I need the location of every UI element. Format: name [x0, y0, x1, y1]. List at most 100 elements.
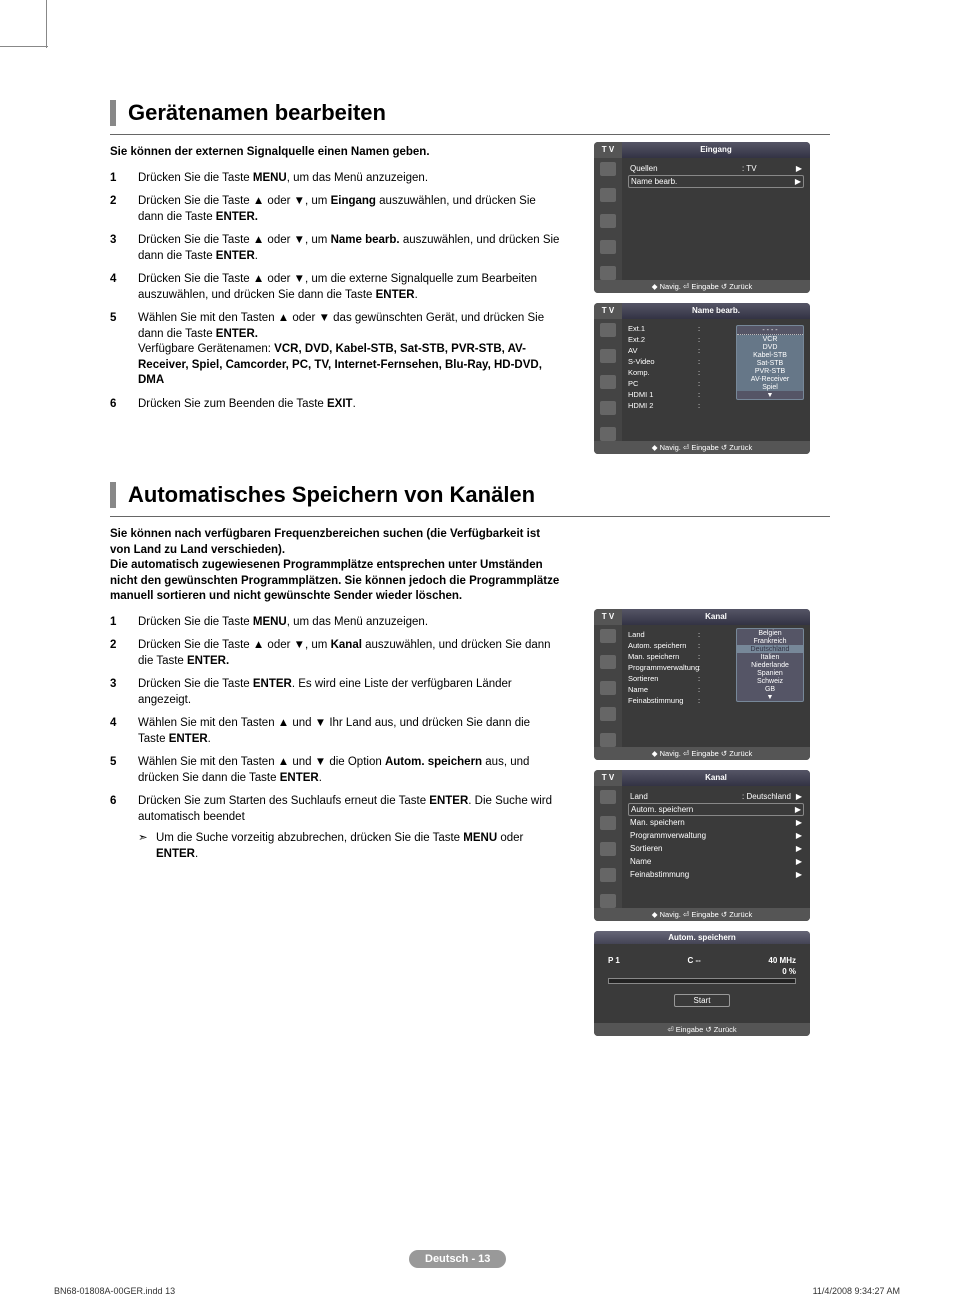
tab-icon [600, 868, 616, 882]
device-option[interactable]: Kabel-STB [737, 351, 803, 359]
menu-label: Quellen [630, 163, 742, 174]
tab-icon [600, 894, 616, 908]
step-number: 5 [110, 311, 138, 389]
device-option[interactable]: Spiel [737, 383, 803, 391]
step-body: Wählen Sie mit den Tasten ▲ oder ▼ das g… [138, 311, 560, 389]
country-option[interactable]: Belgien [737, 629, 803, 637]
device-option[interactable]: AV-Receiver [737, 375, 803, 383]
country-option[interactable]: Niederlande [737, 661, 803, 669]
tab-icon [600, 707, 616, 721]
step-body: Drücken Sie zum Starten des Suchlaufs er… [138, 794, 560, 862]
menu-value [742, 830, 792, 841]
step-number: 6 [110, 397, 138, 413]
chevron-right-icon: ▶ [792, 843, 802, 854]
step-number: 1 [110, 171, 138, 187]
step-number: 2 [110, 638, 138, 669]
osd-tv-badge: T V [594, 303, 622, 319]
menu-row[interactable]: Feinabstimmung▶ [628, 868, 804, 881]
osd-content: Land:Autom. speichern:Man. speichern:Pro… [622, 625, 810, 747]
tab-icon [600, 375, 616, 389]
instruction-step: 3Drücken Sie die Taste ▲ oder ▼, um Name… [110, 233, 560, 264]
chevron-right-icon: ▶ [792, 830, 802, 841]
menu-row[interactable]: Quellen: TV▶ [628, 162, 804, 175]
menu-value: : Deutschland [742, 791, 792, 802]
menu-row[interactable]: Sortieren▶ [628, 842, 804, 855]
tab-icon [600, 790, 616, 804]
country-option[interactable]: Frankreich [737, 637, 803, 645]
menu-row[interactable]: Programmverwaltung▶ [628, 829, 804, 842]
osd-footer: ⏎ Eingabe ↺ Zurück [594, 1023, 810, 1036]
tab-icon [600, 842, 616, 856]
country-option[interactable]: Spanien [737, 669, 803, 677]
osd-icon-rail [594, 625, 622, 747]
tab-icon [600, 349, 616, 363]
osd-footer: ◆ Navig. ⏎ Eingabe ↺ Zurück [594, 747, 810, 760]
osd-tv-badge: T V [594, 609, 622, 625]
country-dropdown: BelgienFrankreichDeutschlandItalienNiede… [736, 628, 804, 702]
country-option[interactable]: Schweiz [737, 677, 803, 685]
prog-mhz: 40 MHz [768, 956, 796, 965]
osd-footer: ◆ Navig. ⏎ Eingabe ↺ Zurück [594, 441, 810, 454]
osd-footer: ◆ Navig. ⏎ Eingabe ↺ Zurück [594, 908, 810, 921]
start-button[interactable]: Start [674, 994, 730, 1007]
device-option[interactable]: VCR [737, 335, 803, 343]
menu-row[interactable]: Autom. speichern▶ [628, 803, 804, 816]
step-number: 5 [110, 755, 138, 786]
tab-icon [600, 681, 616, 695]
tab-icon [600, 323, 616, 337]
instruction-step: 6Drücken Sie zum Starten des Suchlaufs e… [110, 794, 560, 862]
country-option[interactable]: ▼ [737, 693, 803, 701]
chevron-right-icon: ▶ [791, 176, 801, 187]
osd-group-1: T V Eingang Quellen: TV▶Name bearb. ▶ ◆ N… [594, 142, 810, 464]
chevron-right-icon: ▶ [792, 817, 802, 828]
instruction-step: 4Drücken Sie die Taste ▲ oder ▼, um die … [110, 272, 560, 303]
auto-store-title: Autom. speichern [594, 931, 810, 944]
menu-label: Name [630, 856, 742, 867]
country-option[interactable]: Italien [737, 653, 803, 661]
section-1: Gerätenamen bearbeiten [110, 100, 830, 135]
osd-title: Eingang [622, 142, 810, 158]
step-number: 4 [110, 716, 138, 747]
osd-eingang: T V Eingang Quellen: TV▶Name bearb.▶ ◆ N… [594, 142, 810, 293]
device-option[interactable]: Sat-STB [737, 359, 803, 367]
country-option[interactable]: GB [737, 685, 803, 693]
menu-value [742, 817, 792, 828]
device-option[interactable]: PVR-STB [737, 367, 803, 375]
page-number-badge: Deutsch - 13 [409, 1250, 506, 1268]
menu-label: Man. speichern [630, 817, 742, 828]
country-option[interactable]: Deutschland [737, 645, 803, 653]
menu-row[interactable]: Name▶ [628, 855, 804, 868]
menu-label: Name bearb. [631, 176, 741, 187]
step-body: Drücken Sie die Taste ▲ oder ▼, um Kanal… [138, 638, 560, 669]
osd-name-bearb: T V Name bearb. Ext.1:Ext.2:AV:S-Video:K… [594, 303, 810, 454]
instruction-step: 3Drücken Sie die Taste ENTER. Es wird ei… [110, 677, 560, 708]
prog-pct: 0 % [608, 967, 796, 976]
menu-row[interactable]: Man. speichern ▶ [628, 816, 804, 829]
chevron-right-icon: ▶ [791, 804, 801, 815]
device-option[interactable]: ▼ [737, 391, 803, 399]
tab-icon [600, 427, 616, 441]
section-1-steps: 1Drücken Sie die Taste MENU, um das Menü… [110, 171, 560, 413]
device-option[interactable]: - - - - [737, 326, 803, 335]
osd-group-2: T V Kanal Land:Autom. speichern:Man. spe… [594, 609, 810, 1036]
progress-row: P 1 C -- 40 MHz [608, 956, 796, 965]
sub-note-text: Um die Suche vorzeitig abzubrechen, drüc… [156, 831, 560, 862]
crop-mark [0, 46, 48, 47]
chevron-right-icon: ▶ [792, 791, 802, 802]
tab-icon [600, 401, 616, 415]
step-body: Drücken Sie die Taste MENU, um das Menü … [138, 615, 560, 631]
instruction-step: 2Drücken Sie die Taste ▲ oder ▼, um Eing… [110, 194, 560, 225]
menu-value: : TV [742, 163, 792, 174]
step-number: 4 [110, 272, 138, 303]
menu-value [741, 804, 791, 815]
device-option[interactable]: DVD [737, 343, 803, 351]
step-number: 3 [110, 233, 138, 264]
menu-row[interactable]: Land: Deutschland▶ [628, 790, 804, 803]
osd-kanal-menu: T V Kanal Land: Deutschland▶Autom. speic… [594, 770, 810, 921]
instruction-step: 1Drücken Sie die Taste MENU, um das Menü… [110, 615, 560, 631]
menu-label: Feinabstimmung [630, 869, 742, 880]
step-body: Drücken Sie die Taste ▲ oder ▼, um Einga… [138, 194, 560, 225]
menu-row[interactable]: Name bearb. ▶ [628, 175, 804, 188]
instruction-step: 6Drücken Sie zum Beenden die Taste EXIT. [110, 397, 560, 413]
osd-auto-store: Autom. speichern P 1 C -- 40 MHz 0 % Sta… [594, 931, 810, 1036]
